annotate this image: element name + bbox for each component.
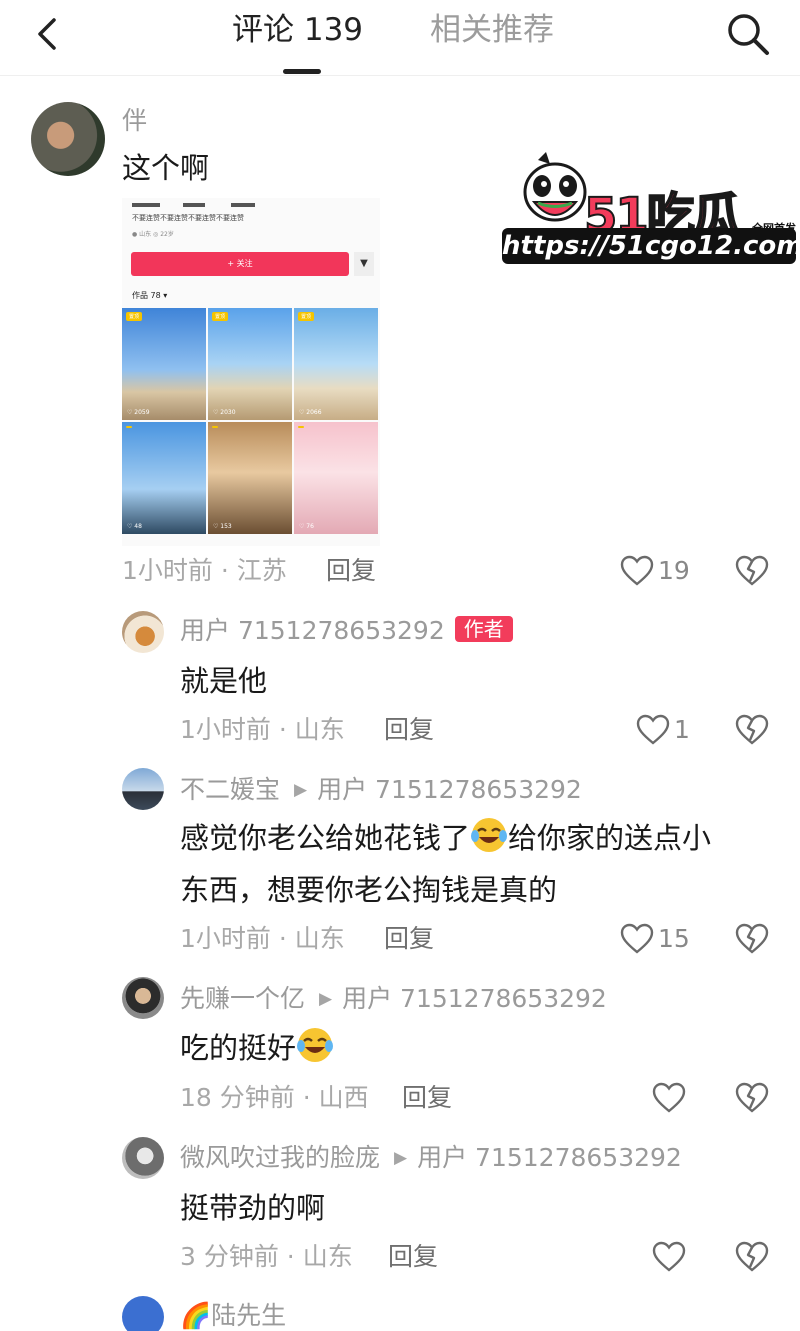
reply-button[interactable]: 回复 — [388, 1241, 438, 1273]
tab-related[interactable]: 相关推荐 — [430, 10, 554, 50]
profile-intro: 不要连赞不要连赞不要连赞不要连赞 — [132, 214, 244, 222]
like-count: 15 — [658, 924, 690, 953]
heart-icon[interactable] — [652, 1082, 686, 1114]
profile-stats-row — [132, 200, 332, 210]
profile-tags: ● 山东 ◎ 22岁 — [132, 231, 174, 238]
avatar[interactable] — [122, 611, 164, 653]
mascot-icon — [523, 152, 587, 222]
username[interactable]: 微风吹过我的脸庞 ▶ 用户 7151278653292 — [180, 1142, 682, 1174]
reply-button[interactable]: 回复 — [384, 714, 434, 746]
username[interactable]: 不二媛宝 ▶ 用户 7151278653292 — [180, 774, 582, 806]
broken-heart-icon[interactable] — [735, 923, 769, 955]
like-count: 19 — [658, 556, 690, 585]
dropdown-icon: ▼ — [354, 252, 374, 276]
broken-heart-icon[interactable] — [735, 1241, 769, 1273]
like-count: 1 — [674, 715, 690, 744]
avatar[interactable] — [122, 977, 164, 1019]
follow-button: + 关注 — [131, 252, 349, 276]
comment-image[interactable]: 不要连赞不要连赞不要连赞不要连赞 ● 山东 ◎ 22岁 + 关注 ▼ 作品 78… — [122, 198, 380, 546]
works-label: 作品 78 ▾ — [132, 291, 168, 300]
tab-comments[interactable]: 评论 139 — [232, 10, 363, 50]
laughing-crying-emoji-icon — [471, 818, 508, 852]
avatar[interactable] — [122, 1296, 164, 1331]
avatar[interactable] — [122, 1137, 164, 1179]
heart-icon[interactable] — [652, 1241, 686, 1273]
video-grid: 置顶 ♡ 2059 置顶 ♡ 2030 置顶 ♡ 2066 ♡ 48 ♡ 153 ♡ … — [122, 308, 380, 546]
heart-icon[interactable] — [620, 555, 654, 587]
active-tab-indicator — [283, 69, 321, 74]
username[interactable]: 伴 — [122, 105, 147, 137]
comment-meta: 18 分钟前 · 山西 — [180, 1083, 369, 1112]
username[interactable]: 🌈陆先生 — [180, 1300, 286, 1331]
broken-heart-icon[interactable] — [735, 555, 769, 587]
reply-arrow-icon: ▶ — [294, 780, 308, 800]
broken-heart-icon[interactable] — [735, 1082, 769, 1114]
video-thumb: ♡ 153 — [208, 422, 292, 534]
video-thumb: ♡ 76 — [294, 422, 378, 534]
username[interactable]: 先赚一个亿 ▶ 用户 7151278653292 — [180, 983, 607, 1015]
video-thumb: 置顶 ♡ 2030 — [208, 308, 292, 420]
heart-icon[interactable] — [620, 923, 654, 955]
reply-button[interactable]: 回复 — [384, 923, 434, 955]
video-thumb: 置顶 ♡ 2059 — [122, 308, 206, 420]
comment-text: 感觉你老公给她花钱了 给你家的送点小 东西，想要你老公掏钱是真的 — [180, 812, 760, 916]
reply-button[interactable]: 回复 — [402, 1082, 452, 1114]
reply-button[interactable]: 回复 — [326, 555, 376, 587]
video-thumb: ♡ 48 — [122, 422, 206, 534]
comment-text: 挺带劲的啊 — [180, 1191, 326, 1225]
top-bar: 评论 139 相关推荐 — [0, 0, 800, 76]
comment-meta: 1小时前 · 江苏 — [122, 556, 287, 585]
comment-meta: 3 分钟前 · 山东 — [180, 1242, 353, 1271]
watermark-logo: 51吃瓜 全网首发 https://51cgo12.com — [500, 150, 800, 266]
username[interactable]: 用户 7151278653292 作者 — [180, 615, 513, 647]
broken-heart-icon[interactable] — [735, 714, 769, 746]
author-badge: 作者 — [454, 616, 513, 642]
comment-text: 这个啊 — [122, 151, 210, 185]
comment-meta: 1小时前 · 山东 — [180, 715, 345, 744]
reply-arrow-icon: ▶ — [319, 989, 333, 1009]
avatar[interactable] — [31, 102, 105, 176]
video-thumb: 置顶 ♡ 2066 — [294, 308, 378, 420]
comment-text: 就是他 — [180, 664, 268, 698]
back-arrow-icon[interactable] — [30, 14, 70, 54]
heart-icon[interactable] — [636, 714, 670, 746]
avatar[interactable] — [122, 768, 164, 810]
search-icon[interactable] — [722, 8, 774, 60]
comment-meta: 1小时前 · 山东 — [180, 924, 345, 953]
laughing-crying-emoji-icon — [297, 1028, 334, 1062]
reply-arrow-icon: ▶ — [394, 1148, 408, 1168]
comment-text: 吃的挺好 — [180, 1022, 334, 1074]
watermark-url: https://51cgo12.com — [502, 228, 800, 264]
